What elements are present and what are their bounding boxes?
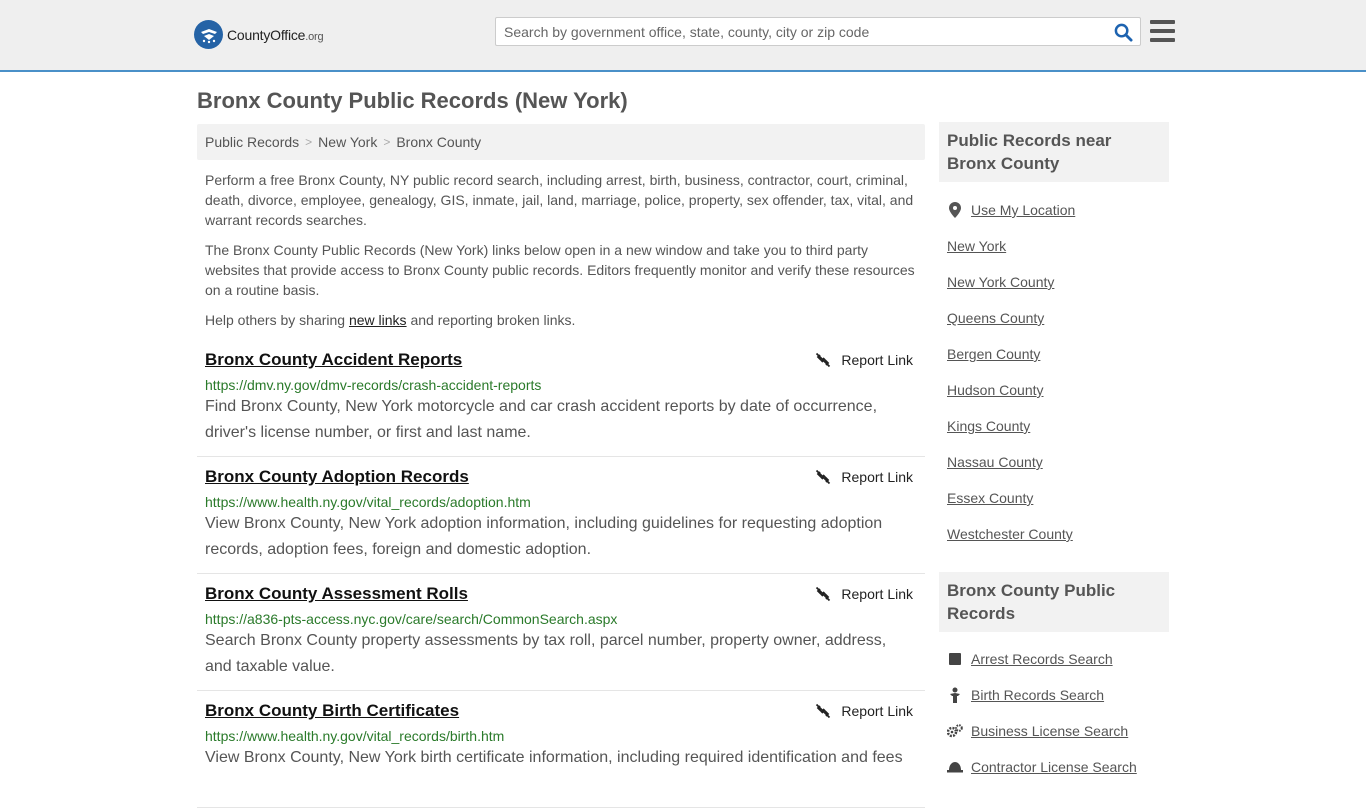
report-link-label: Report Link [841, 469, 913, 485]
sidebar-near-heading: Public Records near Bronx County [939, 122, 1169, 182]
report-link-label: Report Link [841, 352, 913, 368]
record-item: Bronx County Adoption Records https://ww… [197, 457, 925, 574]
logo-text: CountyOffice.org [227, 26, 324, 43]
record-title-link[interactable]: Bronx County Assessment Rolls [205, 584, 468, 604]
record-item: Bronx County Assessment Rolls https://a8… [197, 574, 925, 691]
record-title-link[interactable]: Bronx County Birth Certificates [205, 701, 459, 721]
sidebar-near-list: Use My Location New York New York County… [947, 192, 1169, 552]
record-item: Bronx County Accident Reports https://dm… [197, 340, 925, 457]
breadcrumb-new-york[interactable]: New York [318, 134, 377, 150]
intro-p3-text-after: and reporting broken links. [406, 312, 576, 328]
hard-hat-icon [947, 759, 963, 775]
near-link-new-york-county[interactable]: New York County [947, 274, 1054, 290]
search-button[interactable] [1112, 22, 1134, 42]
near-link-queens-county[interactable]: Queens County [947, 310, 1044, 326]
logo-seal-icon [194, 20, 223, 49]
report-link-label: Report Link [841, 703, 913, 719]
search-input[interactable] [496, 18, 1096, 45]
report-link-label: Report Link [841, 586, 913, 602]
site-logo[interactable]: CountyOffice.org [194, 20, 324, 49]
near-link-westchester-county[interactable]: Westchester County [947, 526, 1073, 542]
record-description: View Bronx County, New York birth certif… [205, 749, 903, 766]
sidebar-item-new-york-county: New York County [947, 264, 1169, 300]
near-link-kings-county[interactable]: Kings County [947, 418, 1030, 434]
gears-icon [947, 723, 963, 739]
broken-link-icon [816, 586, 831, 602]
record-url[interactable]: https://dmv.ny.gov/dmv-records/crash-acc… [205, 377, 917, 393]
sidebar-item-nassau-county: Nassau County [947, 444, 1169, 480]
record-description: Search Bronx County property assessments… [205, 632, 887, 675]
record-title-link[interactable]: Bronx County Adoption Records [205, 467, 469, 487]
near-link-new-york[interactable]: New York [947, 238, 1006, 254]
hamburger-menu-icon[interactable] [1150, 20, 1175, 42]
breadcrumb-separator: > [383, 135, 391, 149]
records-list: Bronx County Accident Reports https://dm… [197, 340, 925, 808]
breadcrumb-separator: > [305, 135, 313, 149]
sidebar-item-contractor-license: Contractor License Search [947, 749, 1169, 785]
sidebar-item-bergen-county: Bergen County [947, 336, 1169, 372]
sidebar-records-heading: Bronx County Public Records [939, 572, 1169, 632]
logo-tld: .org [305, 30, 324, 43]
breadcrumb: Public Records > New York > Bronx County [197, 124, 925, 160]
sidebar-item-hudson-county: Hudson County [947, 372, 1169, 408]
business-license-search-link[interactable]: Business License Search [971, 723, 1128, 739]
report-link-button[interactable]: Report Link [815, 703, 913, 719]
sidebar-item-birth-records: Birth Records Search [947, 677, 1169, 713]
near-link-nassau-county[interactable]: Nassau County [947, 454, 1043, 470]
record-description: View Bronx County, New York adoption inf… [205, 515, 883, 558]
broken-link-icon [816, 469, 831, 485]
logo-brand: CountyOffice [227, 26, 306, 43]
contractor-license-search-link[interactable]: Contractor License Search [971, 759, 1137, 775]
record-item: Bronx County Birth Certificates https://… [197, 691, 925, 808]
broken-link-icon [816, 703, 831, 719]
breadcrumb-bronx-county[interactable]: Bronx County [396, 134, 481, 150]
site-header: CountyOffice.org [0, 0, 1366, 72]
sidebar-item-new-york: New York [947, 228, 1169, 264]
sidebar-records-list: Arrest Records Search Birth Records Sear… [947, 641, 1169, 785]
sidebar-item-kings-county: Kings County [947, 408, 1169, 444]
near-link-hudson-county[interactable]: Hudson County [947, 382, 1044, 398]
record-title-link[interactable]: Bronx County Accident Reports [205, 350, 462, 370]
sidebar-item-queens-county: Queens County [947, 300, 1169, 336]
use-my-location-link[interactable]: Use My Location [971, 202, 1075, 218]
intro-paragraph-3: Help others by sharing new links and rep… [205, 310, 919, 330]
page-title: Bronx County Public Records (New York) [197, 88, 628, 113]
square-icon [947, 651, 963, 667]
sidebar-item-business-license: Business License Search [947, 713, 1169, 749]
intro-text: Perform a free Bronx County, NY public r… [205, 170, 919, 340]
broken-link-icon [816, 352, 831, 368]
near-link-essex-county[interactable]: Essex County [947, 490, 1033, 506]
report-link-button[interactable]: Report Link [815, 469, 913, 485]
arrest-records-search-link[interactable]: Arrest Records Search [971, 651, 1113, 667]
search-icon [1114, 23, 1133, 42]
report-link-button[interactable]: Report Link [815, 352, 913, 368]
sidebar-item-westchester-county: Westchester County [947, 516, 1169, 552]
record-description: Find Bronx County, New York motorcycle a… [205, 398, 878, 441]
intro-paragraph-1: Perform a free Bronx County, NY public r… [205, 172, 914, 228]
record-url[interactable]: https://a836-pts-access.nyc.gov/care/sea… [205, 611, 917, 627]
intro-paragraph-2: The Bronx County Public Records (New Yor… [205, 242, 915, 298]
near-link-bergen-county[interactable]: Bergen County [947, 346, 1040, 362]
intro-p3-text: Help others by sharing [205, 312, 349, 328]
sidebar-item-use-location: Use My Location [947, 192, 1169, 228]
record-url[interactable]: https://www.health.ny.gov/vital_records/… [205, 728, 917, 744]
sidebar-item-arrest-records: Arrest Records Search [947, 641, 1169, 677]
breadcrumb-public-records[interactable]: Public Records [205, 134, 299, 150]
search-box [495, 17, 1141, 46]
map-pin-icon [947, 202, 963, 218]
birth-records-search-link[interactable]: Birth Records Search [971, 687, 1104, 703]
report-link-button[interactable]: Report Link [815, 586, 913, 602]
baby-icon [947, 687, 963, 703]
record-url[interactable]: https://www.health.ny.gov/vital_records/… [205, 494, 917, 510]
sidebar-item-essex-county: Essex County [947, 480, 1169, 516]
new-links-link[interactable]: new links [349, 312, 407, 328]
